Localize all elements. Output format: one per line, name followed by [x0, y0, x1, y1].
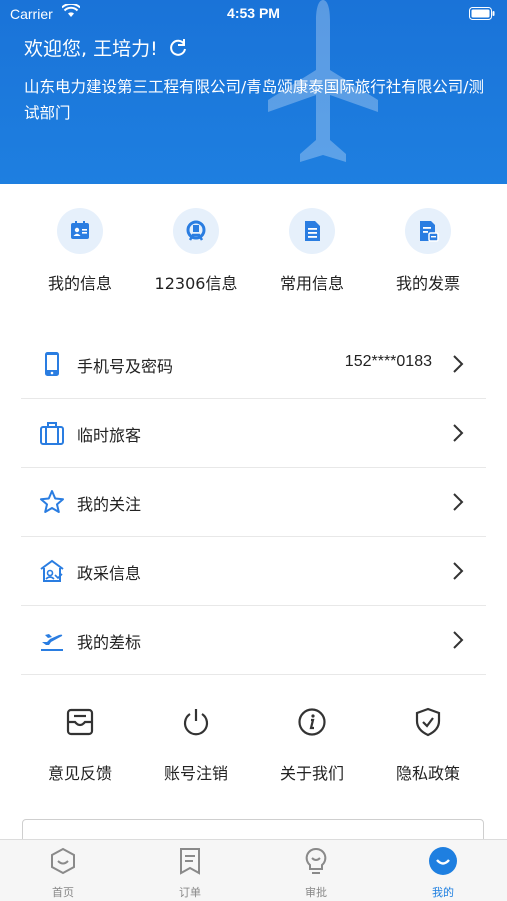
info-icon — [298, 708, 326, 736]
tab-approval[interactable]: 审批 — [276, 846, 356, 900]
menu-item-label: 临时旅客 — [77, 426, 142, 445]
quick-link-my-invoice[interactable]: 我的发票 — [370, 208, 486, 294]
clock-label: 4:53 PM — [227, 5, 280, 21]
menu-item-my-follows[interactable]: 我的关注 — [21, 468, 486, 537]
chevron-right-icon — [453, 493, 464, 511]
quick-links: 我的信息 12306信息 常用信息 我的发票 — [0, 208, 507, 308]
chevron-right-icon — [453, 631, 464, 649]
quick-link-12306[interactable]: 12306信息 — [138, 208, 254, 294]
action-about-us[interactable]: 关于我们 — [254, 706, 370, 784]
action-privacy-policy[interactable]: 隐私政策 — [370, 706, 486, 784]
tab-home[interactable]: 首页 — [23, 846, 103, 900]
menu-item-government-procurement[interactable]: 政采信息 — [21, 537, 486, 606]
approval-icon — [305, 847, 327, 874]
action-label: 账号注销 — [163, 764, 228, 783]
quick-link-common-info[interactable]: 常用信息 — [254, 208, 370, 294]
flight-standard-icon — [41, 634, 63, 651]
icon-circle — [57, 208, 103, 254]
tab-label: 首页 — [52, 886, 74, 899]
menu-item-temporary-passenger[interactable]: 临时旅客 — [21, 399, 486, 468]
icon-circle — [289, 208, 335, 254]
action-feedback[interactable]: 意见反馈 — [22, 706, 138, 784]
tab-label: 订单 — [179, 886, 201, 899]
menu-item-travel-standard[interactable]: 我的差标 — [21, 606, 486, 675]
quick-link-label: 我的信息 — [47, 274, 112, 293]
order-icon — [180, 848, 200, 875]
action-label: 隐私政策 — [395, 764, 460, 783]
invoice-icon — [420, 221, 439, 242]
quick-link-label: 我的发票 — [395, 274, 460, 293]
menu-item-label: 我的关注 — [77, 495, 142, 514]
menu-item-label: 政采信息 — [77, 564, 142, 583]
battery-icon — [469, 7, 495, 20]
shield-icon — [415, 707, 441, 737]
profile-header: Carrier 4:53 PM 欢迎您, 王培力! 山东电力建设第三工程有限公司… — [0, 0, 507, 184]
id-card-icon — [71, 221, 89, 239]
account-actions: 意见反馈 账号注销 关于我们 隐私政策 — [0, 706, 507, 786]
phone-icon — [45, 352, 59, 376]
tab-profile[interactable]: 我的 — [403, 846, 483, 900]
quick-link-label: 常用信息 — [279, 274, 344, 293]
tab-bar: 首页 订单 审批 我的 — [0, 839, 507, 901]
tab-label: 我的 — [432, 886, 454, 899]
phone-number-value: 152****0183 — [344, 353, 432, 370]
chevron-right-icon — [453, 424, 464, 442]
icon-circle — [173, 208, 219, 254]
document-icon — [305, 221, 320, 241]
government-icon — [40, 559, 64, 582]
quick-link-label: 12306信息 — [154, 274, 238, 293]
menu-item-label: 我的差标 — [77, 633, 142, 652]
settings-menu: 手机号及密码 152****0183 临时旅客 我的关注 政采信息 我的差标 — [21, 330, 486, 675]
feedback-icon — [66, 708, 94, 736]
star-icon — [40, 490, 64, 513]
menu-item-label: 手机号及密码 — [77, 357, 174, 376]
menu-item-phone-password[interactable]: 手机号及密码 152****0183 — [21, 330, 486, 399]
welcome-text: 欢迎您, 王培力! — [24, 34, 188, 61]
train-icon — [186, 220, 206, 241]
status-bar: Carrier 4:53 PM — [0, 0, 507, 30]
chevron-right-icon — [453, 562, 464, 580]
power-icon — [183, 709, 209, 736]
welcome-label: 欢迎您, 王培力! — [24, 38, 158, 60]
tab-label: 审批 — [305, 886, 327, 899]
action-label: 意见反馈 — [47, 764, 112, 783]
profile-icon — [429, 847, 457, 875]
icon-circle — [405, 208, 451, 254]
action-account-cancellation[interactable]: 账号注销 — [138, 706, 254, 784]
home-icon — [51, 847, 75, 875]
tab-orders[interactable]: 订单 — [150, 846, 230, 900]
action-label: 关于我们 — [279, 764, 344, 783]
refresh-icon[interactable] — [168, 38, 188, 58]
suitcase-icon — [40, 422, 64, 445]
quick-link-my-info[interactable]: 我的信息 — [22, 208, 138, 294]
chevron-right-icon — [453, 355, 464, 373]
company-path: 山东电力建设第三工程有限公司/青岛颂康泰国际旅行社有限公司/测试部门 — [24, 78, 484, 122]
